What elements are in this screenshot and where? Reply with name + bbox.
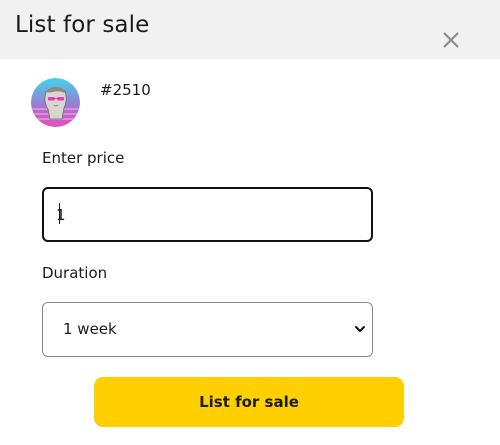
price-input[interactable]: [42, 187, 373, 242]
duration-selected-value: 1 week: [63, 320, 117, 338]
list-for-sale-button[interactable]: List for sale: [94, 377, 404, 427]
list-for-sale-modal: List for sale #2510 Enter price 1 Durati…: [0, 0, 500, 445]
price-label: Enter price: [42, 149, 125, 167]
modal-header: List for sale: [0, 0, 500, 59]
nft-avatar: [31, 78, 80, 127]
duration-select[interactable]: 1 week: [42, 302, 373, 357]
duration-label: Duration: [42, 264, 108, 282]
close-icon: [443, 32, 459, 48]
chevron-down-icon: [355, 326, 365, 332]
modal-title: List for sale: [15, 12, 150, 38]
text-caret: [59, 203, 60, 224]
close-button[interactable]: [441, 28, 465, 52]
token-id: #2510: [100, 81, 151, 99]
